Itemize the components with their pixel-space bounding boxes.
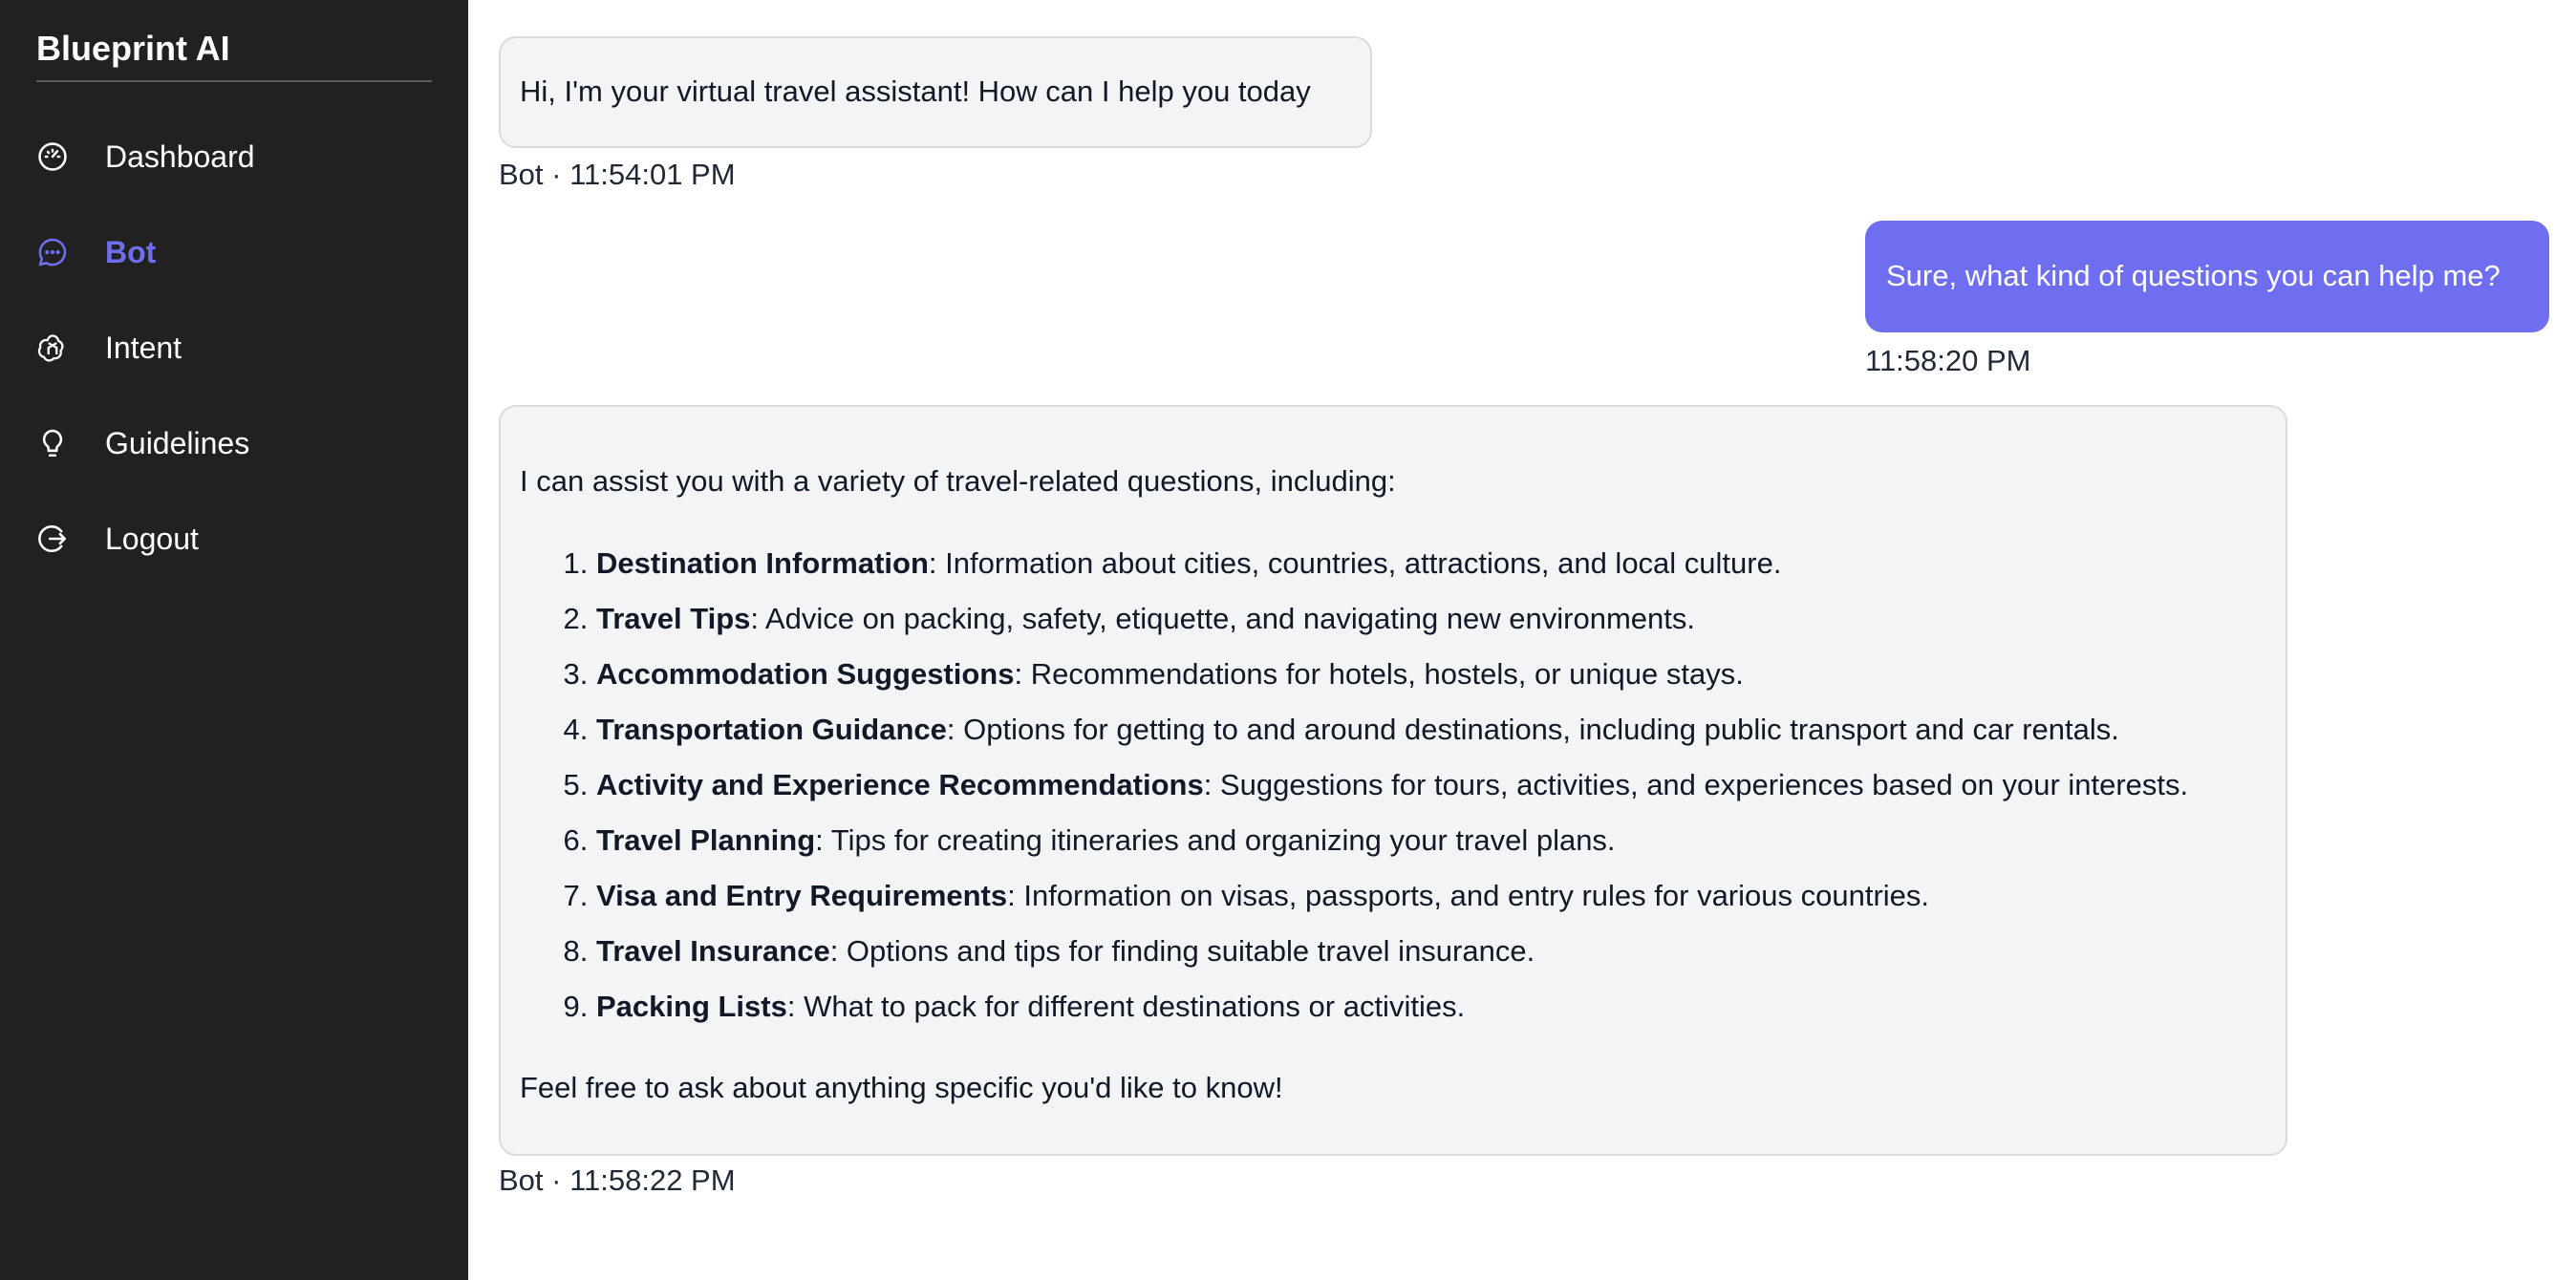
list-item-title: Travel Insurance xyxy=(596,933,830,968)
bot-bubble: I can assist you with a variety of trave… xyxy=(499,404,2287,1156)
message-intro: I can assist you with a variety of trave… xyxy=(520,463,1396,498)
sidebar: Blueprint AI Dashboard Bot Intent Guidel… xyxy=(0,0,468,1280)
message-meta: Bot · 11:58:22 PM xyxy=(499,1163,736,1197)
sidebar-item-logout[interactable]: Logout xyxy=(36,491,432,587)
list-item: Packing Lists: What to pack for differen… xyxy=(596,979,2266,1035)
list-item-desc: : Advice on packing, safety, etiquette, … xyxy=(750,601,1696,635)
list-item: Accommodation Suggestions: Recommendatio… xyxy=(596,647,2266,702)
sidebar-item-intent[interactable]: Intent xyxy=(36,300,432,395)
gauge-icon xyxy=(36,140,69,173)
chat-area: Hi, I'm your virtual travel assistant! H… xyxy=(468,0,2576,1280)
list-item-desc: : Tips for creating itineraries and orga… xyxy=(815,822,1616,857)
sidebar-item-dashboard[interactable]: Dashboard xyxy=(36,109,432,204)
list-item-desc: : Information about cities, countries, a… xyxy=(928,545,1782,580)
list-item-title: Activity and Experience Recommendations xyxy=(596,767,1204,801)
list-item-desc: : Recommendations for hotels, hostels, o… xyxy=(1014,656,1744,691)
list-item-title: Visa and Entry Requirements xyxy=(596,878,1008,912)
sidebar-item-label: Guidelines xyxy=(105,425,250,460)
list-item-desc: : Suggestions for tours, activities, and… xyxy=(1203,767,2189,801)
logout-icon xyxy=(36,523,69,555)
sidebar-divider xyxy=(36,80,432,82)
bot-bubble: Hi, I'm your virtual travel assistant! H… xyxy=(499,36,1372,148)
list-item: Transportation Guidance: Options for get… xyxy=(596,702,2266,757)
sidebar-item-bot[interactable]: Bot xyxy=(36,204,432,300)
chat-bubble-icon xyxy=(36,236,69,268)
openai-knot-icon xyxy=(36,331,69,364)
lightbulb-icon xyxy=(36,427,69,459)
sidebar-item-label: Bot xyxy=(105,234,157,269)
bot-message: I can assist you with a variety of trave… xyxy=(499,404,2549,1198)
list-item-title: Packing Lists xyxy=(596,989,787,1023)
brand-title: Blueprint AI xyxy=(36,29,230,68)
sidebar-item-label: Dashboard xyxy=(105,139,255,174)
list-item: Travel Tips: Advice on packing, safety, … xyxy=(596,591,2266,647)
message-outro: Feel free to ask about anything specific… xyxy=(520,1070,1283,1104)
list-item: Destination Information: Information abo… xyxy=(596,536,2266,591)
sidebar-item-guidelines[interactable]: Guidelines xyxy=(36,395,432,491)
user-message: Sure, what kind of questions you can hel… xyxy=(499,220,2549,378)
bot-message: Hi, I'm your virtual travel assistant! H… xyxy=(499,36,2549,192)
list-item: Travel Insurance: Options and tips for f… xyxy=(596,924,2266,979)
list-item-title: Transportation Guidance xyxy=(596,712,947,746)
list-item: Visa and Entry Requirements: Information… xyxy=(596,868,2266,924)
list-item-title: Travel Planning xyxy=(596,822,816,857)
sidebar-nav: Dashboard Bot Intent Guidelines Logout xyxy=(36,109,432,587)
list-item-desc: : What to pack for different destination… xyxy=(786,989,1466,1023)
list-item-title: Travel Tips xyxy=(596,601,751,635)
message-meta: 11:58:20 PM xyxy=(1865,343,2031,377)
list-item-desc: : Information on visas, passports, and e… xyxy=(1007,878,1930,912)
capabilities-list: Destination Information: Information abo… xyxy=(520,536,2266,1035)
message-meta: Bot · 11:54:01 PM xyxy=(499,157,736,191)
user-bubble: Sure, what kind of questions you can hel… xyxy=(1865,220,2549,332)
list-item-title: Accommodation Suggestions xyxy=(596,656,1015,691)
list-item: Travel Planning: Tips for creating itine… xyxy=(596,813,2266,868)
list-item: Activity and Experience Recommendations:… xyxy=(596,757,2266,813)
sidebar-item-label: Intent xyxy=(105,330,182,365)
list-item-desc: : Options for getting to and around dest… xyxy=(946,712,2119,746)
app-root: Blueprint AI Dashboard Bot Intent Guidel… xyxy=(0,0,2576,1280)
sidebar-item-label: Logout xyxy=(105,521,199,556)
list-item-title: Destination Information xyxy=(596,545,929,580)
list-item-desc: : Options and tips for finding suitable … xyxy=(829,933,1535,968)
